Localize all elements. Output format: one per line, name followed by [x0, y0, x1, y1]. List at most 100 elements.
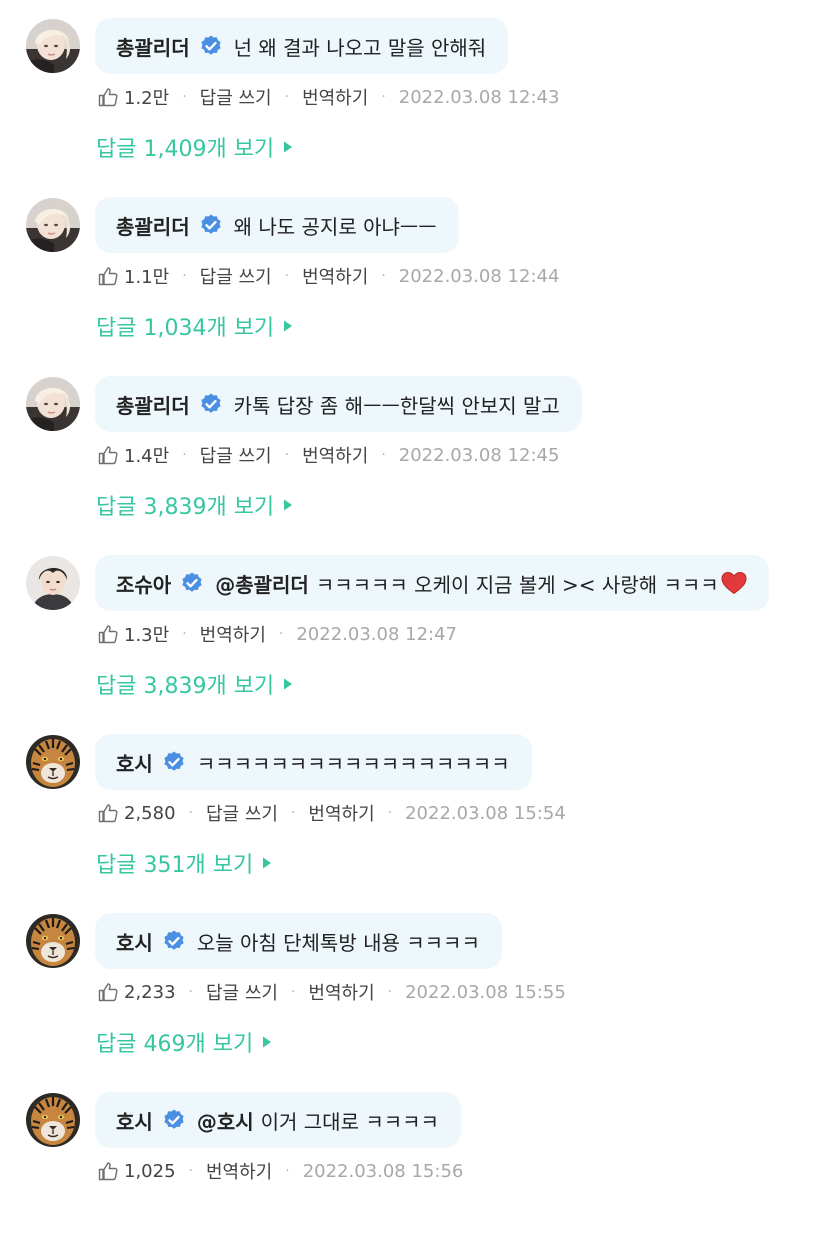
thumbs-up-icon: [97, 802, 119, 824]
comment-bubble: 호시 @호시 이거 그대로 ㅋㅋㅋㅋ: [95, 1092, 461, 1148]
avatar[interactable]: [26, 556, 80, 610]
comment-meta: 1.3만 · 번역하기 · 2022.03.08 12:47: [97, 620, 457, 648]
separator-dot: ·: [188, 1163, 193, 1179]
separator-dot: ·: [381, 268, 386, 284]
comment-text: 오늘 아침 단체톡방 내용 ㅋㅋㅋㅋ: [196, 930, 480, 955]
like-button[interactable]: 1.4만: [97, 442, 169, 468]
view-replies-button[interactable]: 답글 1,409개 보기: [96, 130, 294, 164]
timestamp: 2022.03.08 15:54: [405, 802, 566, 824]
verified-badge-icon: [199, 392, 223, 416]
translate-button[interactable]: 번역하기: [302, 442, 368, 468]
comment-item: 총괄리더 넌 왜 결과 나오고 말을 안해줘 1.2만 · 답글 쓰기 · 번역하기 · 202…: [0, 0, 833, 179]
comment-bubble: 총괄리더 카톡 답장 좀 해ㅡㅡ한달씩 안보지 말고: [95, 376, 582, 432]
author-name[interactable]: 호시: [116, 748, 153, 777]
translate-button[interactable]: 번역하기: [308, 800, 374, 826]
avatar[interactable]: [26, 735, 80, 789]
translate-button[interactable]: 번역하기: [206, 1158, 272, 1184]
view-replies-label: 답글 3,839개 보기: [96, 674, 275, 699]
caret-right-icon: [282, 498, 294, 512]
like-count: 1.2만: [124, 88, 170, 109]
separator-dot: ·: [381, 89, 386, 105]
thumbs-up-icon: [97, 86, 119, 108]
comment-item: 조슈아 @총괄리더 ㅋㅋㅋㅋㅋ 오케이 지금 볼게 >< 사랑해 ㅋㅋㅋ 1.3만 · 번…: [0, 537, 833, 716]
view-replies-button[interactable]: 답글 351개 보기: [96, 846, 273, 880]
avatar[interactable]: [26, 377, 80, 431]
author-name[interactable]: 호시: [116, 927, 153, 956]
reply-button[interactable]: 답글 쓰기: [200, 84, 272, 110]
reply-button[interactable]: 답글 쓰기: [200, 442, 272, 468]
caret-right-icon: [282, 319, 294, 333]
comment-item: 호시 @호시 이거 그대로 ㅋㅋㅋㅋ 1,025 · 번역하기 · 2022.03.08 15…: [0, 1074, 833, 1253]
timestamp: 2022.03.08 15:56: [302, 1160, 464, 1182]
comment-meta: 1.4만 · 답글 쓰기 · 번역하기 · 2022.03.08 12:45: [97, 441, 559, 469]
caret-right-icon: [261, 856, 273, 870]
author-name[interactable]: 호시: [116, 1106, 153, 1135]
avatar[interactable]: [26, 198, 80, 252]
comment-text: 이거 그대로 ㅋㅋㅋㅋ: [260, 1109, 439, 1134]
separator-dot: ·: [381, 447, 386, 463]
separator-dot: ·: [188, 805, 193, 821]
like-count: 1.4만: [124, 446, 170, 467]
separator-dot: ·: [188, 984, 193, 1000]
comment-item: 호시 오늘 아침 단체톡방 내용 ㅋㅋㅋㅋ 2,233 · 답글 쓰기 · 번역하기 · 202…: [0, 895, 833, 1074]
mention-link[interactable]: @총괄리더: [215, 569, 309, 598]
author-name[interactable]: 총괄리더: [116, 211, 190, 240]
comment-text: 카톡 답장 좀 해ㅡㅡ한달씩 안보지 말고: [233, 393, 560, 418]
verified-badge-icon: [199, 34, 223, 58]
comment-meta: 1.2만 · 답글 쓰기 · 번역하기 · 2022.03.08 12:43: [97, 83, 559, 111]
reply-button[interactable]: 답글 쓰기: [206, 800, 278, 826]
timestamp: 2022.03.08 12:47: [296, 623, 457, 645]
separator-dot: ·: [182, 626, 187, 642]
like-button[interactable]: 1.3만: [97, 621, 169, 647]
avatar[interactable]: [26, 19, 80, 73]
comment-meta: 1.1만 · 답글 쓰기 · 번역하기 · 2022.03.08 12:44: [97, 262, 559, 290]
like-button[interactable]: 2,233: [97, 981, 176, 1003]
comment-bubble: 총괄리더 왜 나도 공지로 아냐ㅡㅡ: [95, 197, 459, 253]
thumbs-up-icon: [97, 265, 119, 287]
thumbs-up-icon: [97, 981, 119, 1003]
view-replies-label: 답글 1,409개 보기: [96, 137, 275, 162]
verified-badge-icon: [199, 213, 223, 237]
view-replies-label: 답글 1,034개 보기: [96, 316, 275, 341]
like-count: 1,025: [124, 1160, 176, 1182]
separator-dot: ·: [290, 805, 296, 821]
comment-text: ㅋㅋㅋㅋㅋ 오케이 지금 볼게 >< 사랑해 ㅋㅋㅋ: [315, 572, 719, 597]
verified-badge-icon: [162, 929, 186, 953]
author-name[interactable]: 조슈아: [116, 569, 171, 598]
like-button[interactable]: 1,025: [97, 1160, 176, 1182]
like-button[interactable]: 2,580: [97, 802, 176, 824]
reply-button[interactable]: 답글 쓰기: [200, 263, 272, 289]
mention-link[interactable]: @호시: [197, 1106, 254, 1135]
comment-text: 왜 나도 공지로 아냐ㅡㅡ: [233, 214, 437, 239]
separator-dot: ·: [387, 805, 393, 821]
comment-meta: 2,233 · 답글 쓰기 · 번역하기 · 2022.03.08 15:55: [97, 978, 566, 1006]
like-count: 1.1만: [124, 267, 170, 288]
verified-badge-icon: [162, 750, 186, 774]
separator-dot: ·: [182, 268, 187, 284]
view-replies-button[interactable]: 답글 3,839개 보기: [96, 488, 294, 522]
translate-button[interactable]: 번역하기: [200, 621, 266, 647]
comment-meta: 1,025 · 번역하기 · 2022.03.08 15:56: [97, 1157, 463, 1185]
view-replies-button[interactable]: 답글 469개 보기: [96, 1025, 273, 1059]
translate-button[interactable]: 번역하기: [302, 263, 368, 289]
avatar[interactable]: [26, 914, 80, 968]
like-button[interactable]: 1.2만: [97, 84, 169, 110]
like-count: 2,233: [124, 981, 176, 1003]
timestamp: 2022.03.08 12:45: [398, 444, 560, 466]
view-replies-button[interactable]: 답글 3,839개 보기: [96, 667, 294, 701]
author-name[interactable]: 총괄리더: [116, 32, 190, 61]
separator-dot: ·: [182, 447, 187, 463]
reply-button[interactable]: 답글 쓰기: [206, 979, 278, 1005]
comment-thread: 총괄리더 넌 왜 결과 나오고 말을 안해줘 1.2만 · 답글 쓰기 · 번역하기 · 202…: [0, 0, 833, 1200]
translate-button[interactable]: 번역하기: [302, 84, 368, 110]
comment-bubble: 호시 오늘 아침 단체톡방 내용 ㅋㅋㅋㅋ: [95, 913, 502, 969]
avatar[interactable]: [26, 1093, 80, 1147]
verified-badge-icon: [162, 1108, 186, 1132]
comment-item: 총괄리더 카톡 답장 좀 해ㅡㅡ한달씩 안보지 말고 1.4만 · 답글 쓰기 · 번역하기…: [0, 358, 833, 537]
author-name[interactable]: 총괄리더: [116, 390, 190, 419]
view-replies-button[interactable]: 답글 1,034개 보기: [96, 309, 294, 343]
like-button[interactable]: 1.1만: [97, 263, 169, 289]
translate-button[interactable]: 번역하기: [308, 979, 374, 1005]
comment-item: 호시 ㅋㅋㅋㅋㅋㅋㅋㅋㅋㅋㅋㅋㅋㅋㅋㅋㅋ 2,580 · 답글 쓰기 · 번역하기 · 2022…: [0, 716, 833, 895]
like-count: 2,580: [124, 802, 176, 824]
